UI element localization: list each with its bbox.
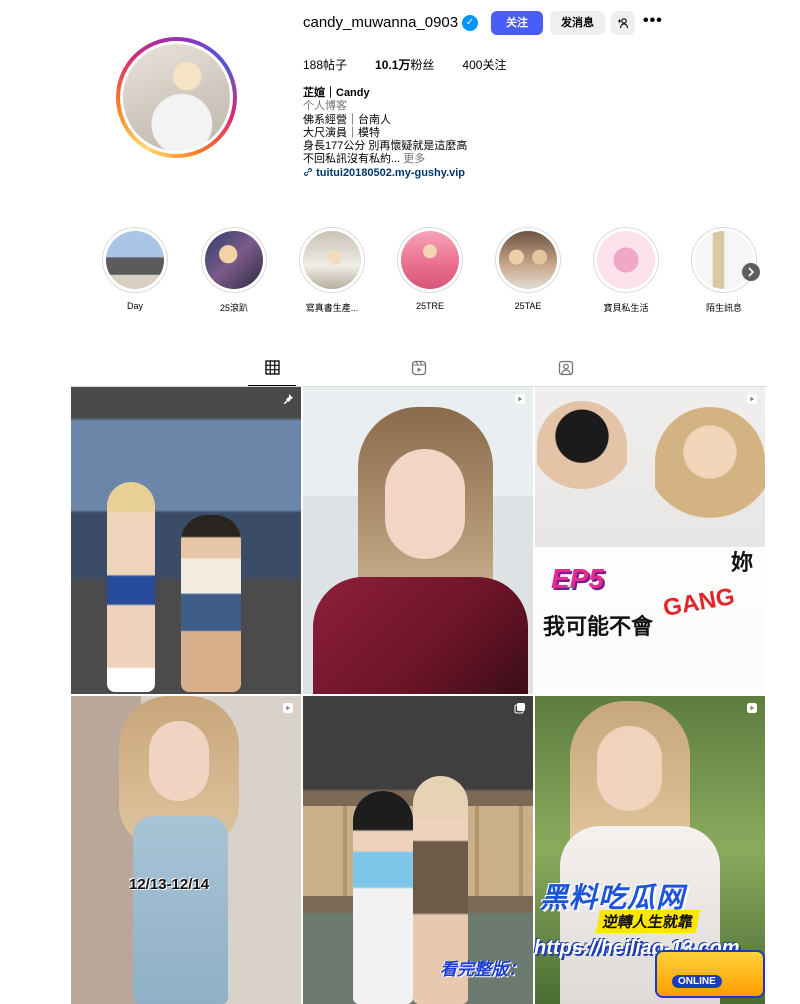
highlight-label: 陌生訊息	[705, 303, 742, 313]
highlight-label: 25TAE	[514, 301, 542, 311]
tab-reels[interactable]	[409, 360, 429, 378]
highlight-cover	[106, 231, 164, 289]
post-clothing	[313, 577, 528, 694]
bio-category: 个人博客	[303, 100, 347, 113]
post-tile[interactable]	[71, 387, 301, 694]
watermark-full-label: 看完整版：	[440, 960, 525, 979]
reel-icon	[281, 702, 294, 715]
bio-line-truncated: 不回私訊沒有私約... 更多	[303, 153, 467, 166]
followers-count-label: 粉丝	[410, 58, 435, 72]
avatar-border	[120, 41, 233, 154]
highlight-ring	[299, 227, 365, 293]
posts-count-value: 188	[303, 58, 324, 72]
highlight-cover	[401, 231, 459, 289]
watermark-logo	[655, 950, 765, 998]
watermark-slogan: 逆轉人生就靠	[595, 910, 701, 933]
message-button[interactable]: 发消息	[550, 11, 605, 35]
pinned-icon	[281, 393, 294, 406]
following-count[interactable]: 400关注	[462, 56, 506, 73]
post-face	[385, 449, 465, 559]
post-person-left	[537, 401, 627, 511]
posts-count: 188帖子	[303, 56, 347, 73]
highlight-label: Day	[126, 301, 143, 311]
tab-tagged[interactable]	[556, 360, 576, 378]
highlight-party[interactable]: 25滾趴	[199, 227, 269, 314]
profile-bio: 芷媗｜Candy 个人博客 佛系經營｜台南人 大尺演員｜模特 身長177公分 別…	[303, 87, 467, 180]
highlight-private-life[interactable]: 寶貝私生活	[591, 227, 661, 314]
highlight-photobook[interactable]: 寫真書生產...	[297, 227, 367, 314]
post-face	[149, 721, 209, 801]
post-caption-line3: 妳	[731, 550, 754, 575]
add-person-icon	[618, 18, 629, 29]
suggested-users-button[interactable]	[611, 11, 635, 35]
highlight-25tae[interactable]: 25TAE	[493, 227, 563, 311]
bio-line: 佛系經營｜台南人	[303, 113, 391, 126]
profile-stats: 188帖子 10.1万粉丝 400关注	[303, 56, 534, 73]
highlight-cover	[695, 231, 753, 289]
post-person-left	[353, 791, 413, 1004]
reel-icon	[745, 702, 758, 715]
post-caption-line1: 我可能不會	[543, 614, 654, 639]
highlights-next-button[interactable]	[742, 263, 760, 281]
post-date-overlay: 12/13-12/14	[129, 876, 210, 893]
post-tile[interactable]: EP5 我可能不會 GANG 妳	[535, 387, 765, 694]
grid-icon	[264, 360, 280, 375]
more-options-icon[interactable]: •••	[643, 12, 663, 30]
bio-line: 身長177公分 別再懷疑就是這麼高	[303, 140, 468, 153]
bio-line: 大尺演員｜模特	[303, 126, 380, 139]
highlight-label: 25滾趴	[219, 303, 248, 313]
highlight-cover	[499, 231, 557, 289]
follow-button[interactable]: 关注	[491, 11, 543, 35]
followers-count[interactable]: 10.1万粉丝	[375, 56, 434, 73]
reels-icon	[411, 360, 427, 376]
reel-icon	[745, 393, 758, 406]
highlight-label: 25TRE	[415, 301, 444, 311]
highlight-ring	[495, 227, 561, 293]
highlight-label: 寫真書生產...	[305, 303, 359, 313]
chevron-right-icon	[748, 267, 755, 277]
highlight-label: 寶貝私生活	[603, 303, 649, 313]
post-tile[interactable]: 12/13-12/14	[71, 696, 301, 1004]
bio-external-link[interactable]: tuitui20180502.my-gushy.vip	[303, 167, 467, 180]
highlight-day[interactable]: Day	[100, 227, 170, 311]
highlight-ring	[201, 227, 267, 293]
carousel-icon	[513, 702, 526, 715]
tagged-icon	[558, 360, 574, 376]
following-count-value: 400	[462, 58, 483, 72]
post-person-right	[655, 407, 765, 557]
highlight-ring	[593, 227, 659, 293]
watermark-logo-label: ONLINE	[672, 975, 722, 988]
highlight-ring	[691, 227, 757, 293]
tab-posts[interactable]	[262, 360, 282, 378]
post-tile[interactable]	[303, 387, 533, 694]
post-caption-ep: EP5	[551, 563, 604, 594]
highlight-cover	[205, 231, 263, 289]
highlight-25tre[interactable]: 25TRE	[395, 227, 465, 311]
post-figure	[107, 482, 155, 692]
post-figure	[181, 515, 241, 692]
profile-avatar[interactable]	[116, 37, 237, 158]
verified-badge-icon: ✓	[462, 15, 478, 31]
highlight-cover	[303, 231, 361, 289]
following-count-label: 关注	[482, 58, 507, 72]
highlight-ring	[102, 227, 168, 293]
highlight-cover	[597, 231, 655, 289]
highlight-ring	[397, 227, 463, 293]
bio-name: 芷媗｜Candy	[303, 87, 370, 99]
posts-count-label: 帖子	[323, 58, 348, 72]
profile-username[interactable]: candy_muwanna_0903	[303, 14, 458, 31]
active-tab-indicator	[248, 385, 296, 386]
post-face	[597, 726, 662, 811]
bio-link-text: tuitui20180502.my-gushy.vip	[316, 166, 466, 179]
avatar-photo	[123, 44, 230, 151]
link-icon	[304, 167, 312, 176]
followers-count-value: 10.1万	[375, 58, 411, 72]
bio-line: 不回私訊沒有私約...	[303, 153, 401, 166]
reel-icon	[513, 393, 526, 406]
bio-more-link[interactable]: 更多	[403, 153, 425, 165]
post-dress	[133, 816, 228, 1004]
